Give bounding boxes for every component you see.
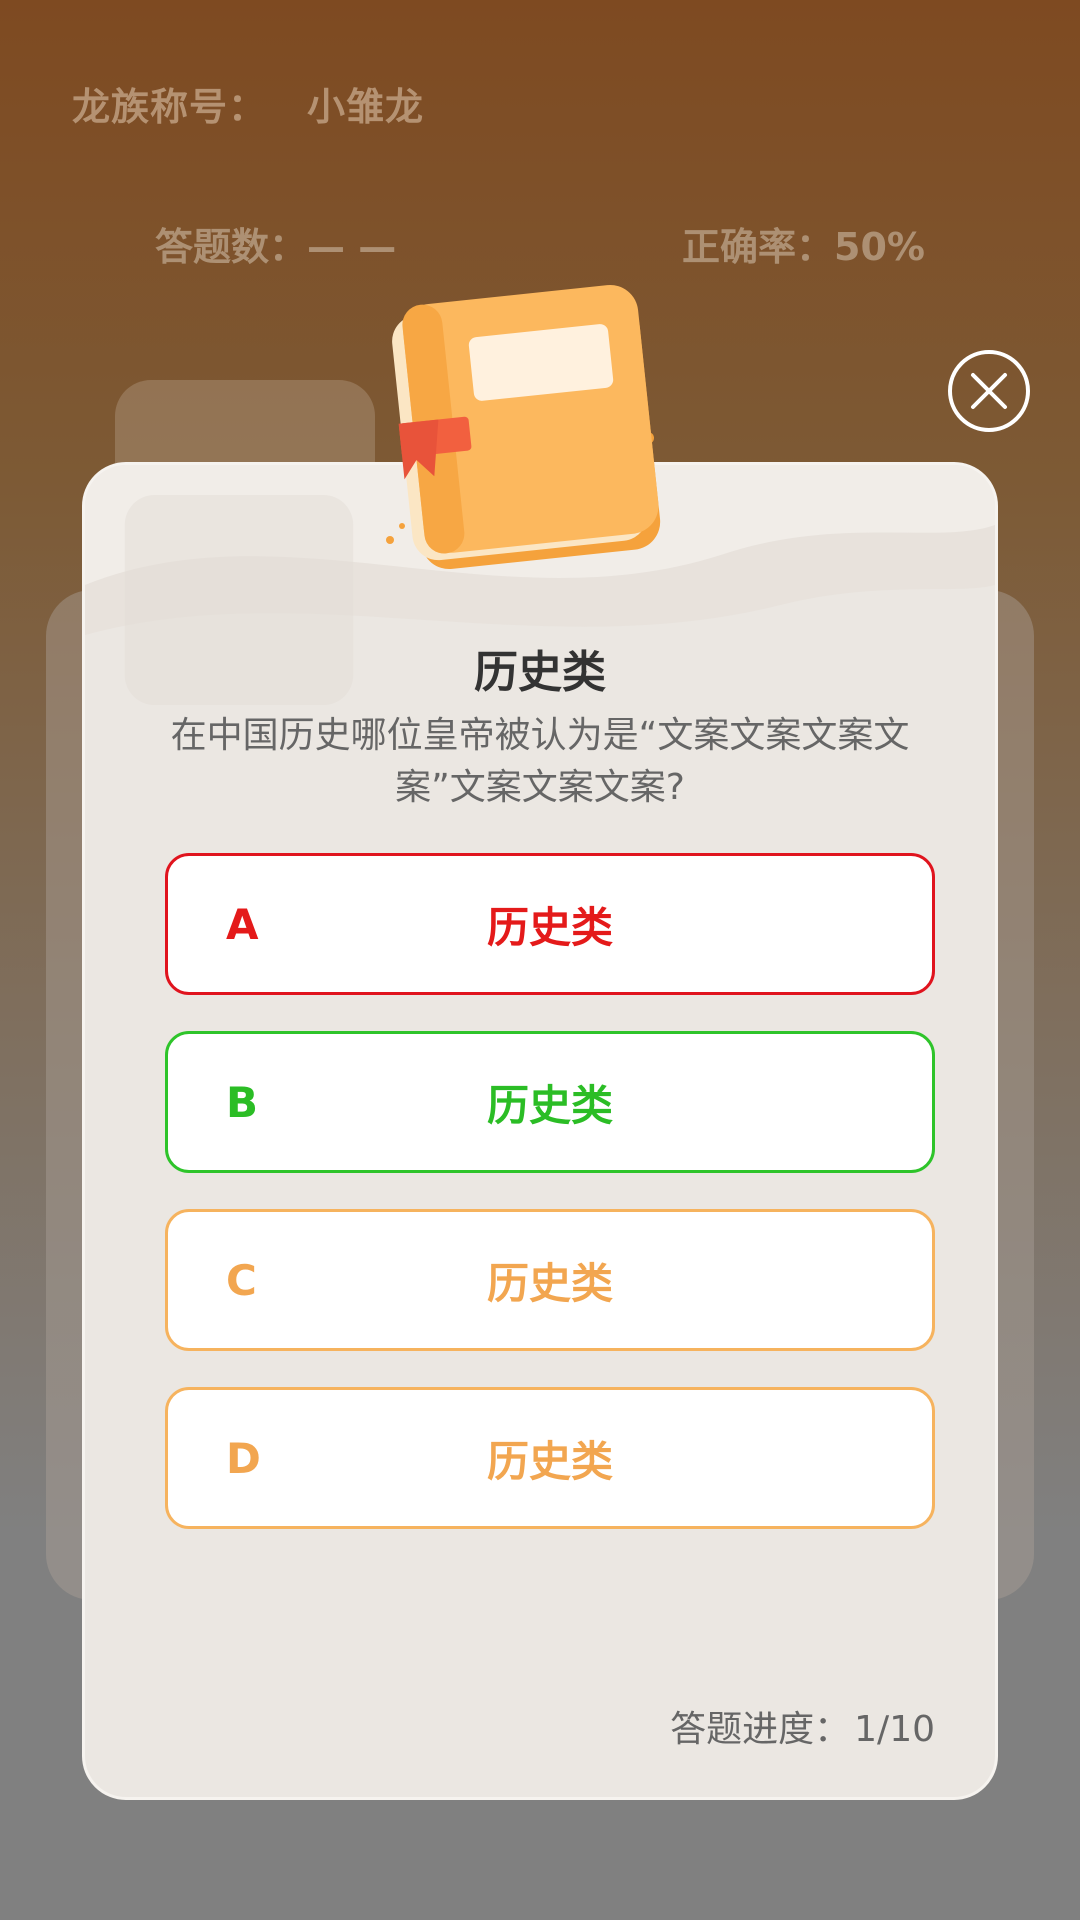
accuracy-value: 50% [834,225,925,269]
option-text: 历史类 [486,1258,613,1308]
accuracy-label: 正确率： [682,225,835,269]
option-c-button[interactable]: C 历史类 [165,1209,935,1351]
option-text: 历史类 [486,1080,613,1130]
close-button[interactable] [948,350,1030,432]
book-icon [386,284,661,570]
answer-count-label: 答题数： [155,225,308,269]
option-d-button[interactable]: D 历史类 [165,1387,935,1529]
answer-count-value: — — [307,225,397,269]
dragon-title: 龙族称号： 小雏龙 [72,76,424,131]
accuracy: 正确率：50% [682,216,925,271]
close-icon [971,373,1007,409]
answer-progress: 答题进度： 1/10 [670,1700,935,1752]
option-b-button[interactable]: B 历史类 [165,1031,935,1173]
answer-count: 答题数：— — [155,216,396,271]
option-a-button[interactable]: A 历史类 [165,853,935,995]
progress-value: 1/10 [854,1709,935,1750]
option-text: 历史类 [486,902,613,952]
question-category: 历史类 [474,647,606,698]
progress-label: 答题进度： [670,1709,851,1750]
option-text: 历史类 [486,1436,613,1486]
question-text: 在中国历史哪位皇帝被认为是“文案文案文案文案”文案文案文案? [170,715,910,808]
dragon-title-value: 小雏龙 [307,85,425,129]
dragon-title-label: 龙族称号： [72,85,268,129]
